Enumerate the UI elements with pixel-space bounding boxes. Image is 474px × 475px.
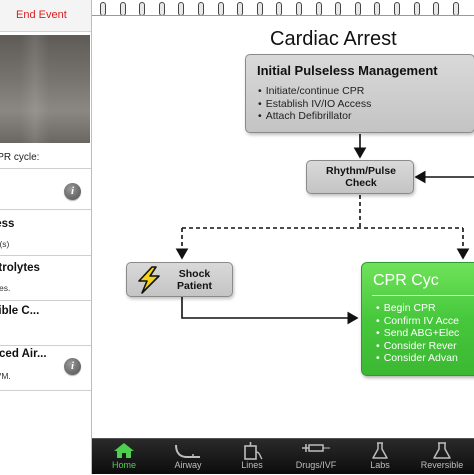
lightning-bolt-icon [138,266,160,294]
tab-lines[interactable]: Lines [220,439,284,475]
tab-label: Labs [370,460,390,470]
spiral-ring [276,2,283,16]
list-item: Confirm IV Acce [376,315,459,328]
list-item-title: ctrolytes [0,262,40,274]
tab-airway[interactable]: Airway [156,439,220,475]
spiral-ring [394,2,400,16]
initial-management-list: Initiate/continue CPR Establish IV/IO Ac… [258,85,372,123]
tab-label: Reversible [420,460,464,470]
end-event-button[interactable]: End Event [16,9,67,21]
shock-patient-label: Shock Patient [177,268,212,292]
list-item: Begin CPR [376,302,459,315]
cpr-cycle-row: CPR cycle: [0,145,91,169]
flask-icon [372,442,388,459]
info-icon[interactable]: i [64,358,81,375]
info-icon[interactable]: i [64,183,81,200]
spiral-ring [119,2,126,16]
list-item-subtitle: BVM. [0,371,11,381]
list-item-title: sible C... [0,305,40,317]
cpr-cycle-list: Begin CPR Confirm IV Acce Send ABG+Elec … [376,302,460,365]
cpr-divider [372,295,474,296]
list-item: Consider Advan [376,352,459,365]
initial-management-box[interactable]: Initial Pulseless Management Initiate/co… [245,54,474,133]
spiral-ring [374,2,381,16]
rhythm-check-line1: Rhythm/Pulse [325,165,396,177]
info-row[interactable]: i [0,170,91,210]
spiral-ring [296,2,302,16]
spiral-ring [433,2,440,16]
list-item[interactable]: ctrolytes uses. [0,257,91,301]
spiral-ring [198,2,204,16]
list-item: Attach Defibrillator [258,110,371,123]
cpr-cycle-title: CPR Cyc [373,272,439,289]
spiral-ring [413,2,420,16]
notebook-top-edge [92,15,474,16]
tab-label: Airway [174,460,202,470]
list-item[interactable]: sible C... [0,302,91,346]
rhythm-check-line2: Check [345,177,377,189]
tab-reversible[interactable]: Reversible [410,439,474,475]
tab-label: Drugs/IVF [295,460,337,470]
page-title: Cardiac Arrest [270,28,397,50]
video-thumbnail[interactable] [0,35,90,143]
cpr-cycle-label: CPR cycle: [0,152,40,163]
home-icon [114,443,134,458]
rhythm-check-box[interactable]: Rhythm/Pulse Check [306,160,414,194]
rhythm-check-label: Rhythm/Pulse Check [307,165,415,189]
spiral-ring [178,2,185,16]
spiral-ring [217,2,224,16]
shock-patient-box[interactable]: Shock Patient [126,262,233,297]
list-item: Initiate/continue CPR [258,85,371,98]
spiral-ring [139,2,146,16]
left-panel: End Event CPR cycle: i less ne(s) ctroly… [0,0,92,474]
list-item-subtitle: uses. [0,283,11,293]
shock-line2: Patient [177,280,213,292]
reversible-icon [433,442,451,459]
tab-home[interactable]: Home [92,439,156,475]
spiral-ring [237,2,244,16]
shock-line1: Shock [178,268,211,280]
initial-management-title: Initial Pulseless Management [257,63,438,78]
list-item-title: less [0,218,15,230]
bottom-tab-bar: Home Airway Lines Drugs/IVF Labs Reversi… [92,438,474,474]
list-item-title: nced Air... [0,348,47,360]
spiral-ring [354,2,361,16]
notebook-spiral [92,0,474,16]
list-item[interactable]: nced Air... BVM. i [0,347,91,391]
spiral-ring [256,2,263,16]
tab-label: Lines [241,460,263,470]
list-item: Establish IV/IO Access [258,98,372,111]
cpr-cycle-box[interactable]: CPR Cyc Begin CPR Confirm IV Acce Send A… [361,262,474,376]
spiral-ring [315,2,322,16]
tab-labs[interactable]: Labs [348,439,412,475]
arrow-shock-to-cpr [181,297,359,325]
tab-label: Home [111,460,136,470]
list-item[interactable]: less ne(s) [0,211,91,256]
video-highlight [20,35,50,143]
list-item-subtitle: ne(s) [0,239,10,249]
lines-icon [244,442,263,460]
syringe-icon [302,444,330,452]
end-event-bar: End Event [0,0,91,32]
spiral-ring [335,2,342,16]
spiral-ring [158,2,165,16]
list-item: Consider Rever [376,340,459,353]
spiral-ring [100,2,106,16]
spiral-ring [452,2,459,16]
list-item: Send ABG+Elec [376,327,460,340]
tab-drugs-ivf[interactable]: Drugs/IVF [284,439,348,475]
airway-icon [175,444,200,458]
